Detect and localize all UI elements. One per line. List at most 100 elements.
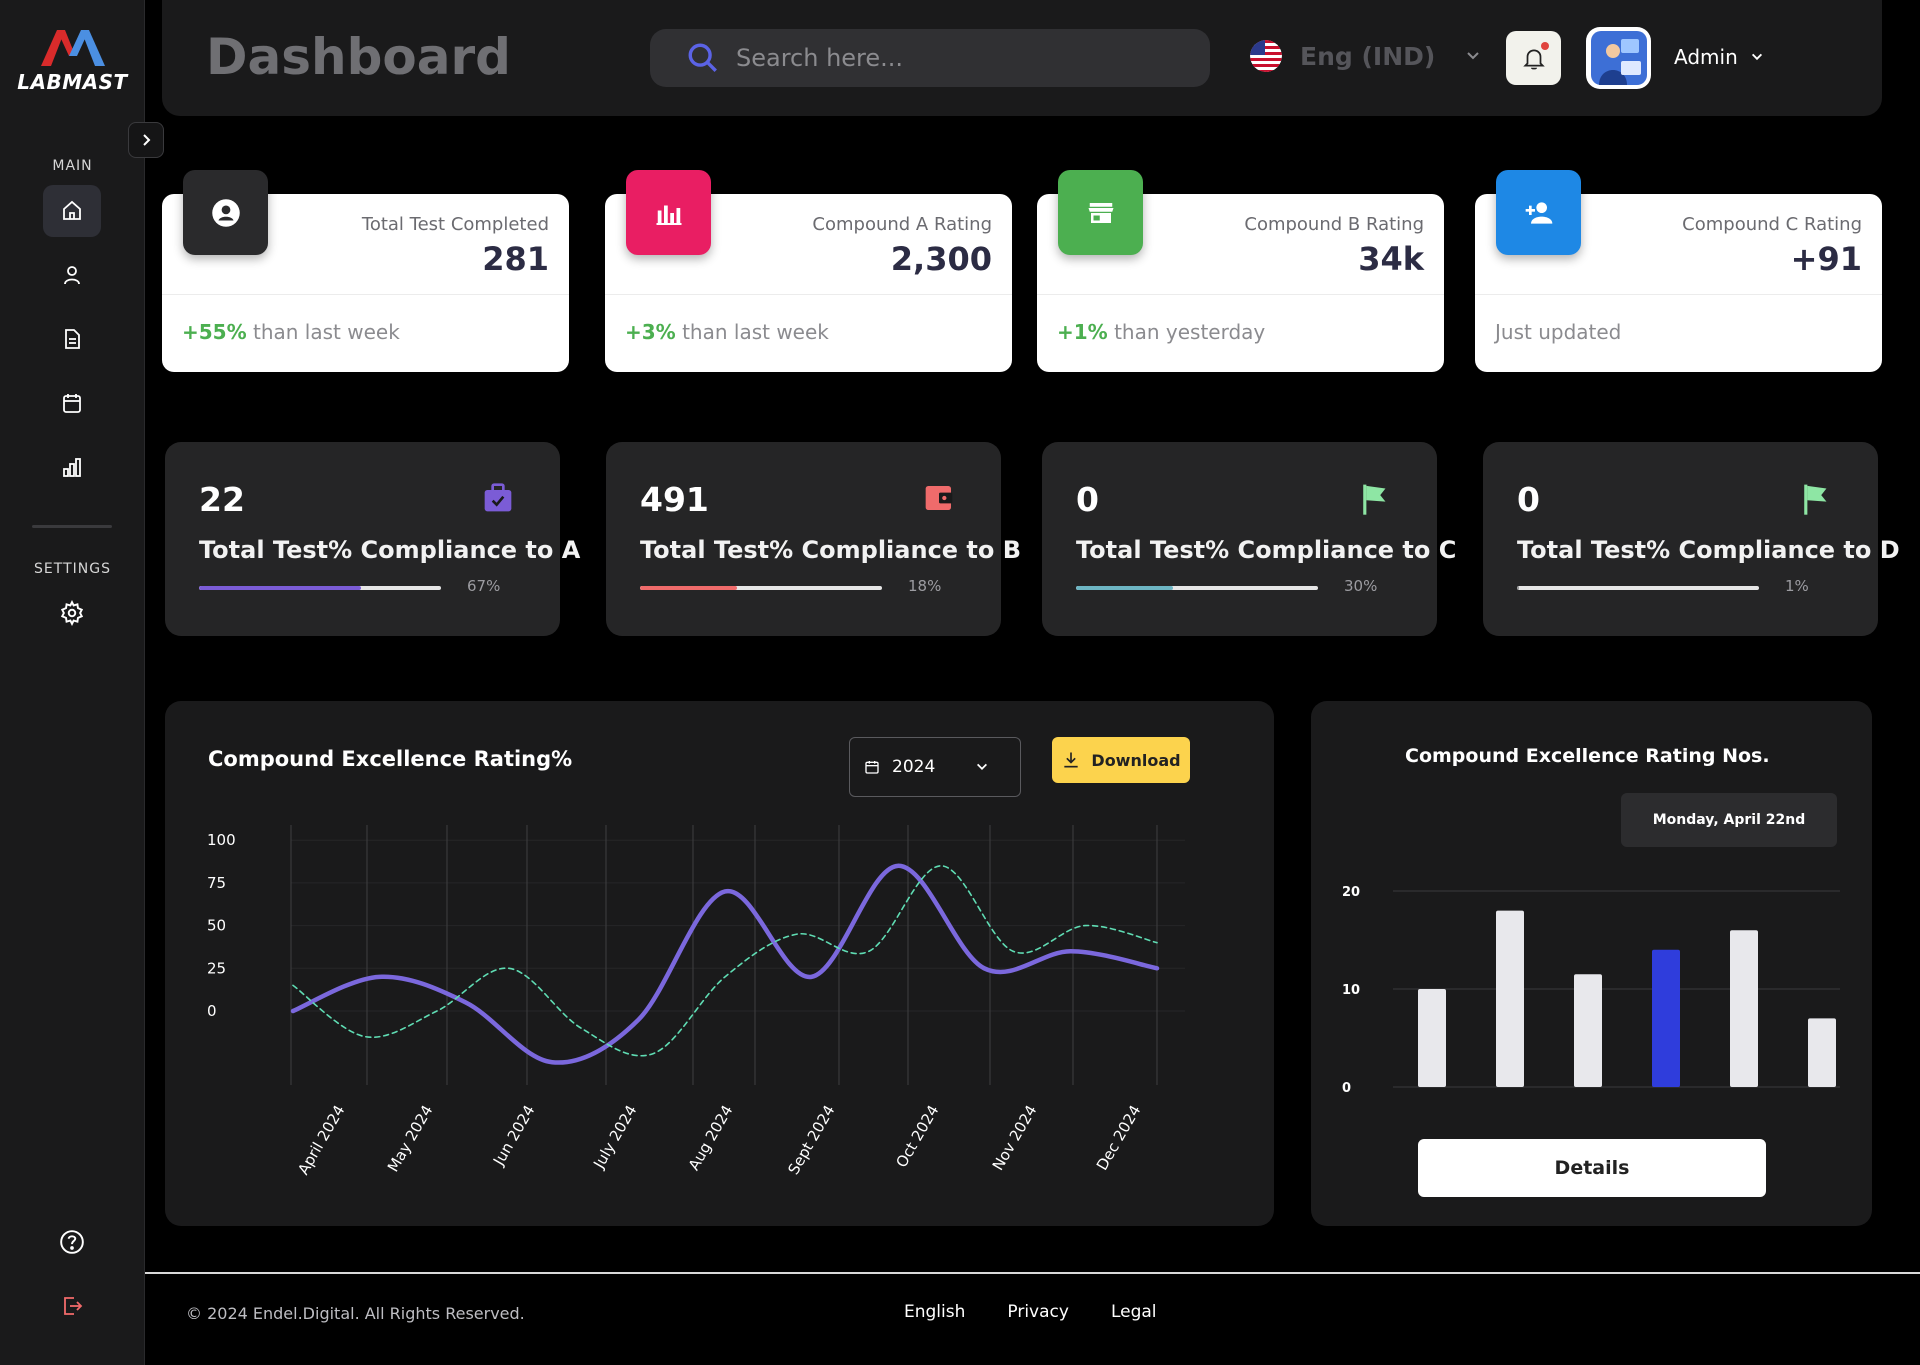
compliance-value: 0: [1076, 480, 1099, 519]
bar: [1496, 910, 1524, 1087]
bar: [1730, 930, 1758, 1087]
stat-value: 2,300: [890, 240, 992, 278]
stat-label: Compound A Rating: [812, 214, 992, 235]
help-button[interactable]: [43, 1216, 101, 1268]
user-avatar[interactable]: [1586, 27, 1651, 89]
y-tick-label: 0: [1342, 1081, 1351, 1096]
avatar-illustration-icon: [1590, 31, 1647, 85]
sidebar-item-calendar[interactable]: [43, 377, 101, 429]
sidebar-item-analytics[interactable]: [43, 441, 101, 493]
compliance-value: 0: [1517, 480, 1540, 519]
chevron-down-icon: [1751, 53, 1762, 61]
x-tick-label: Oct 2024: [892, 1102, 942, 1171]
compliance-percent: 18%: [908, 577, 942, 595]
brand-name: LABMAST: [17, 70, 128, 94]
logout-button[interactable]: [43, 1280, 101, 1332]
compliance-progress-bar: [1517, 586, 1759, 590]
user-menu[interactable]: Admin: [1674, 45, 1764, 69]
brand-logo[interactable]: LABMAST: [0, 22, 145, 94]
compliance-card-c: 0 Total Test% Compliance to C 30%: [1042, 442, 1456, 636]
user-icon: [64, 266, 80, 285]
y-tick-label: 20: [1342, 885, 1360, 900]
stat-footnote: +3% than last week: [625, 320, 829, 344]
footer-link-legal[interactable]: Legal: [1111, 1302, 1157, 1322]
footer-links: English Privacy Legal: [904, 1302, 1157, 1322]
compliance-card-d: 0 Total Test% Compliance to D 1%: [1483, 442, 1900, 636]
search-input[interactable]: [736, 44, 1136, 72]
stat-note: Just updated: [1495, 320, 1622, 344]
search-bar[interactable]: [650, 29, 1210, 87]
stat-divider: [162, 294, 569, 295]
compliance-progress-fill: [199, 586, 362, 590]
footer-link-english[interactable]: English: [904, 1302, 965, 1322]
chevron-right-icon: [143, 134, 151, 146]
bar-chart-icon: [656, 205, 681, 225]
sidebar-toggle-button[interactable]: [128, 122, 164, 158]
stat-divider: [1037, 294, 1444, 295]
search-icon: [688, 43, 717, 72]
compliance-progress-bar: [199, 586, 441, 590]
x-tick-label: Aug 2024: [685, 1102, 737, 1174]
help-icon: [60, 1230, 84, 1254]
bar: [1808, 1018, 1836, 1087]
x-tick-label: Dec 2024: [1093, 1102, 1145, 1173]
compliance-label: Total Test% Compliance to A: [199, 536, 581, 564]
stat-note: than yesterday: [1107, 320, 1266, 344]
x-tick-label: Sept 2024: [784, 1102, 838, 1178]
compliance-label: Total Test% Compliance to D: [1517, 536, 1900, 564]
store-icon: [1088, 202, 1113, 223]
wallet-icon: [925, 486, 953, 510]
stat-card-total-tests: Total Test Completed 281 +55% than last …: [162, 170, 569, 372]
bar: [1652, 949, 1680, 1087]
chevron-down-icon: [1467, 52, 1480, 60]
sidebar-divider: [32, 525, 112, 528]
calendar-icon: [63, 394, 81, 413]
stat-footnote: Just updated: [1495, 320, 1621, 344]
stat-value: 34k: [1358, 240, 1424, 278]
logo-mark-icon: [40, 30, 105, 66]
compliance-value: 22: [199, 480, 245, 519]
sidebar-item-users[interactable]: [43, 249, 101, 301]
y-tick-label: 50: [207, 917, 226, 935]
stat-value: +91: [1790, 240, 1862, 278]
stat-divider: [605, 294, 1012, 295]
x-tick-label: Nov 2024: [989, 1102, 1041, 1174]
stat-label: Total Test Completed: [361, 214, 549, 235]
sidebar-item-settings[interactable]: [43, 587, 101, 639]
top-header: Dashboard Eng (IND): [162, 0, 1882, 116]
compliance-percent: 1%: [1785, 577, 1809, 595]
notification-dot: [1541, 42, 1549, 50]
stat-note: than last week: [675, 320, 829, 344]
notifications-button[interactable]: [1506, 31, 1561, 85]
y-tick-label: 0: [207, 1002, 217, 1020]
page-title: Dashboard: [206, 28, 511, 86]
stat-change: +3%: [625, 320, 676, 344]
footer-divider: [145, 1272, 1920, 1274]
x-tick-label: May 2024: [384, 1102, 437, 1175]
flag-icon: [1804, 484, 1827, 515]
document-icon: [65, 329, 80, 349]
sidebar-item-documents[interactable]: [43, 313, 101, 365]
chart-icon: [63, 458, 81, 477]
stat-divider: [1475, 294, 1882, 295]
footer-link-privacy[interactable]: Privacy: [1007, 1302, 1069, 1322]
us-flag-icon: [1250, 40, 1282, 72]
add-user-icon: [1525, 201, 1552, 224]
sidebar-settings-label: SETTINGS: [34, 561, 111, 577]
bar: [1574, 974, 1602, 1087]
briefcase-check-icon: [484, 483, 512, 512]
y-tick-label: 25: [207, 959, 226, 977]
line-chart-panel: Compound Excellence Rating% 2024 Downloa…: [165, 701, 1274, 1226]
sidebar-item-home[interactable]: [43, 185, 101, 237]
compliance-progress-fill: [1517, 586, 1520, 590]
stat-change: +55%: [182, 320, 247, 344]
stat-icon-box: [183, 170, 268, 255]
language-selector[interactable]: Eng (IND): [1250, 40, 1481, 72]
x-tick-label: April 2024: [294, 1102, 348, 1178]
y-tick-label: 100: [207, 831, 236, 849]
details-button[interactable]: Details: [1418, 1139, 1766, 1197]
stat-footnote: +55% than last week: [182, 320, 400, 344]
x-tick-label: Jun 2024: [489, 1102, 538, 1169]
language-label: Eng (IND): [1300, 41, 1436, 71]
copyright-text: © 2024 Endel.Digital. All Rights Reserve…: [186, 1304, 525, 1323]
